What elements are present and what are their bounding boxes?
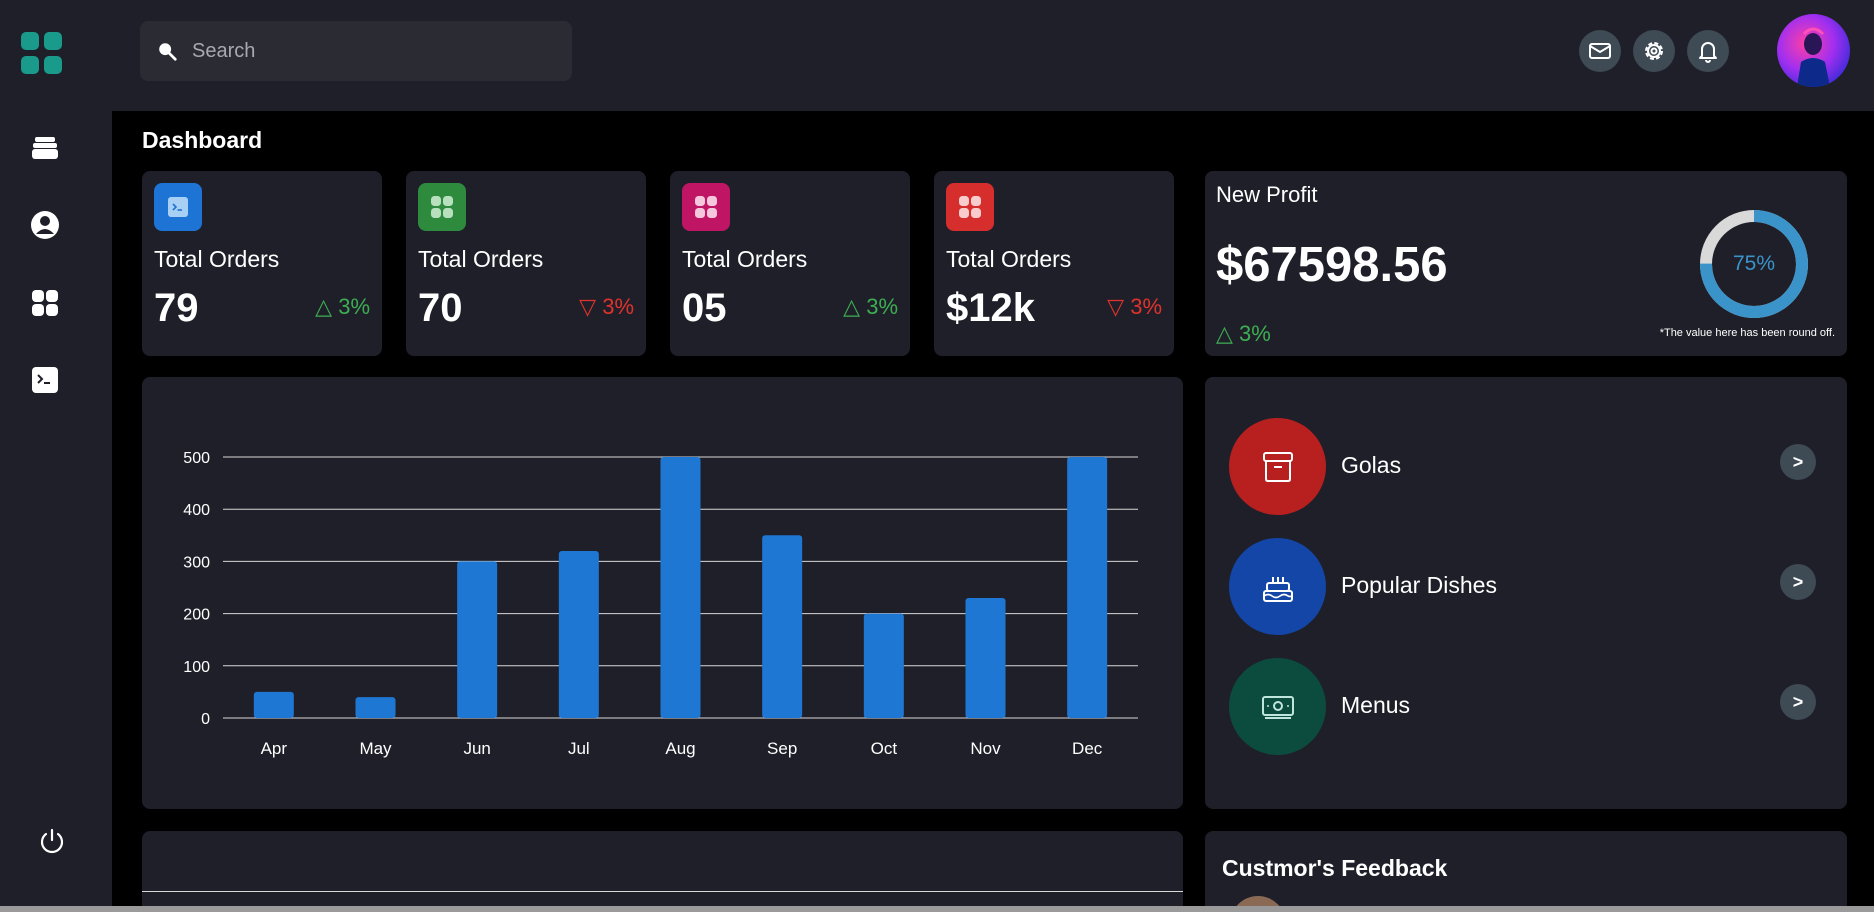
grid-icon xyxy=(946,183,994,231)
y-tick-label: 0 xyxy=(201,711,210,728)
y-tick-label: 100 xyxy=(183,659,210,676)
profit-note: *The value here has been round off. xyxy=(1659,327,1835,339)
cake-icon xyxy=(1229,538,1326,635)
nav-item-menus[interactable]: Menus > xyxy=(1229,658,1829,756)
stat-change: △ 3% xyxy=(315,294,370,319)
bar-may[interactable] xyxy=(355,697,396,718)
x-tick-label: Dec xyxy=(1072,739,1103,758)
archive-box-icon xyxy=(1229,418,1326,515)
x-tick-label: Oct xyxy=(871,739,898,758)
chart-card: 0 100 200 300 400 500 Apr May Jun Jul Aug Sep Oct Nov… xyxy=(142,377,1183,809)
stat-value: 70 xyxy=(418,286,463,330)
profit-percent: 75% xyxy=(1732,252,1776,275)
sidebar xyxy=(0,0,112,912)
stat-change: ▽ 3% xyxy=(579,294,634,319)
mail-icon xyxy=(1589,43,1611,59)
power-icon[interactable] xyxy=(35,824,69,858)
bar-dec[interactable] xyxy=(1067,457,1108,718)
stat-value: 79 xyxy=(154,286,199,330)
y-tick-label: 400 xyxy=(183,502,210,519)
x-tick-label: May xyxy=(359,739,392,758)
app-logo-icon[interactable] xyxy=(21,32,63,74)
stack-icon[interactable] xyxy=(28,130,62,164)
stat-label: Total Orders xyxy=(154,246,280,272)
stat-value: $12k xyxy=(946,286,1035,330)
money-icon xyxy=(1229,658,1326,755)
page-title: Dashboard xyxy=(142,127,263,153)
chevron-right-button[interactable]: > xyxy=(1780,564,1816,600)
bar-aug[interactable] xyxy=(660,457,701,718)
bar-jul[interactable] xyxy=(558,550,599,718)
avatar[interactable] xyxy=(1777,14,1850,87)
bar-oct[interactable] xyxy=(863,613,904,718)
x-tick-label: Apr xyxy=(261,739,288,758)
stat-card: Total Orders 05 △ 3% xyxy=(670,171,910,356)
settings-button[interactable] xyxy=(1633,30,1675,72)
y-tick-label: 300 xyxy=(183,554,210,571)
profit-change: △ 3% xyxy=(1216,321,1271,346)
chevron-right-button[interactable]: > xyxy=(1780,444,1816,480)
terminal-icon[interactable] xyxy=(28,363,62,397)
stat-label: Total Orders xyxy=(946,246,1072,272)
x-tick-label: Aug xyxy=(665,739,695,758)
x-tick-label: Jun xyxy=(463,739,490,758)
stat-change: △ 3% xyxy=(843,294,898,319)
terminal-icon xyxy=(154,183,202,231)
profit-card: New Profit $67598.56 △ 3% 75% *The value… xyxy=(1205,171,1847,356)
stat-card: Total Orders 70 ▽ 3% xyxy=(406,171,646,356)
bar-apr[interactable] xyxy=(253,691,294,718)
x-tick-label: Sep xyxy=(767,739,797,758)
y-tick-label: 500 xyxy=(183,450,210,467)
stat-card: Total Orders $12k ▽ 3% xyxy=(934,171,1174,356)
chevron-right-button[interactable]: > xyxy=(1780,684,1816,720)
bell-icon xyxy=(1699,42,1717,63)
stat-value: 05 xyxy=(682,286,727,330)
nav-item-popular-dishes[interactable]: Popular Dishes > xyxy=(1229,538,1829,636)
y-tick-label: 200 xyxy=(183,607,210,624)
profile-photo xyxy=(1797,27,1830,87)
grid-icon[interactable] xyxy=(28,286,62,320)
nav-item-label: Golas xyxy=(1341,452,1402,478)
divider xyxy=(142,891,1183,892)
scroll-edge xyxy=(0,906,1874,912)
stat-change: ▽ 3% xyxy=(1107,294,1162,319)
notifications-button[interactable] xyxy=(1687,30,1729,72)
nav-item-goals[interactable]: Golas > xyxy=(1229,418,1829,516)
x-tick-label: Nov xyxy=(970,739,1001,758)
grid-icon xyxy=(418,183,466,231)
grid-icon xyxy=(682,183,730,231)
user-icon[interactable] xyxy=(28,208,62,242)
gear-icon xyxy=(1645,42,1663,60)
recent-orders-card xyxy=(142,831,1183,912)
stat-label: Total Orders xyxy=(682,246,808,272)
nav-item-label: Popular Dishes xyxy=(1341,572,1497,598)
profit-value: $67598.56 xyxy=(1216,238,1448,292)
stat-label: Total Orders xyxy=(418,246,544,272)
x-tick-label: Jul xyxy=(568,739,590,758)
nav-card: Golas > Popular Dishes > Menus > xyxy=(1205,377,1847,809)
mail-button[interactable] xyxy=(1579,30,1621,72)
search-icon xyxy=(159,43,177,61)
stat-card: Total Orders 79 △ 3% xyxy=(142,171,382,356)
feedback-card: Custmor's Feedback xyxy=(1205,831,1847,912)
topbar xyxy=(112,0,1874,111)
feedback-title: Custmor's Feedback xyxy=(1222,855,1448,881)
bar-chart: 0 100 200 300 400 500 Apr May Jun Jul Aug Sep Oct Nov… xyxy=(183,450,1138,758)
bar-jun[interactable] xyxy=(457,561,498,718)
search-input[interactable] xyxy=(192,39,552,63)
nav-item-label: Menus xyxy=(1341,692,1411,718)
profit-label: New Profit xyxy=(1216,182,1318,207)
search-box[interactable] xyxy=(140,21,572,81)
bar-nov[interactable] xyxy=(965,597,1006,718)
bar-sep[interactable] xyxy=(762,535,803,718)
